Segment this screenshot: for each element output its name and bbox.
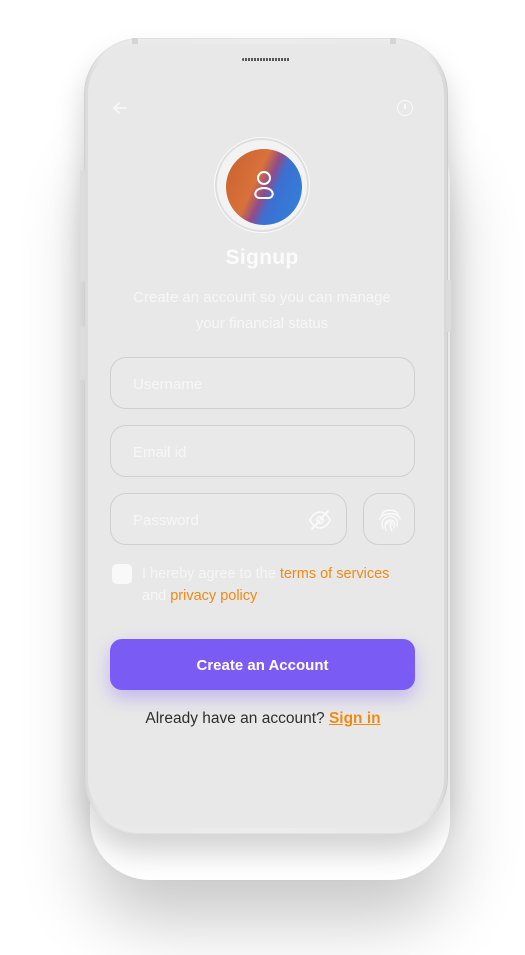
create-account-button[interactable]: Create an Account: [110, 639, 415, 690]
agreement-middle: and: [142, 588, 171, 604]
password-field[interactable]: [110, 493, 347, 546]
signin-link[interactable]: Sign in: [329, 710, 381, 727]
user-icon: [254, 171, 274, 199]
page-subtitle: Create an account so you can manage your…: [133, 289, 391, 332]
agreement-text: I hereby agree to the terms of services …: [142, 563, 412, 607]
bixby-button: [80, 326, 85, 380]
back-arrow-icon[interactable]: [112, 101, 128, 115]
fingerprint-button[interactable]: [363, 493, 415, 545]
terms-link[interactable]: terms of services: [280, 566, 390, 582]
fingerprint-icon: [379, 509, 401, 532]
username-field[interactable]: [110, 357, 415, 410]
info-icon[interactable]: [397, 100, 413, 116]
email-field[interactable]: [110, 425, 415, 478]
privacy-link[interactable]: privacy policy: [170, 588, 257, 604]
page-title: Signup: [225, 246, 299, 269]
avatar-gradient: [226, 149, 302, 225]
signin-prompt: Already have an account?: [145, 710, 329, 727]
agree-checkbox[interactable]: [112, 564, 132, 584]
avatar: [215, 138, 309, 232]
power-button: [446, 280, 451, 332]
username-input[interactable]: [131, 358, 375, 410]
eye-off-icon[interactable]: [308, 509, 332, 531]
signin-prompt-row: Already have an account? Sign in: [88, 710, 438, 728]
password-input[interactable]: [131, 494, 305, 546]
email-input[interactable]: [131, 426, 375, 478]
volume-button: [80, 170, 85, 282]
earpiece-speaker: [242, 58, 290, 61]
agreement-prefix: I hereby agree to the: [142, 566, 280, 582]
